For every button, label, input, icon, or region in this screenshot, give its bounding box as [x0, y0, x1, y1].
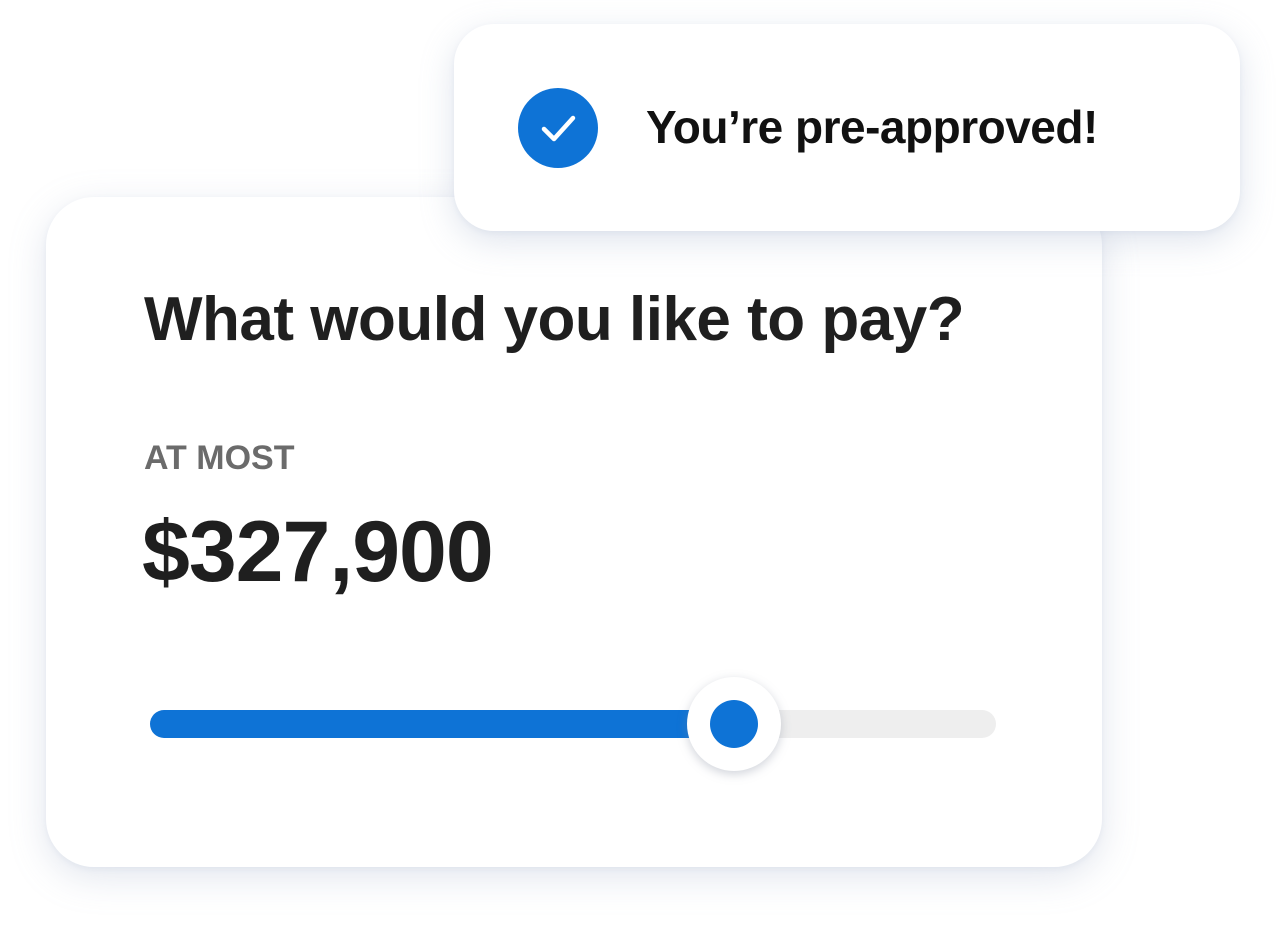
pre-approved-message: You’re pre-approved!: [646, 101, 1098, 153]
price-question-heading: What would you like to pay?: [144, 285, 965, 354]
pre-approved-toast: You’re pre-approved!: [454, 24, 1240, 231]
price-amount: $327,900: [142, 504, 494, 600]
slider-thumb-dot: [710, 700, 758, 748]
slider-thumb[interactable]: [687, 677, 781, 771]
price-card: What would you like to pay? AT MOST $327…: [46, 197, 1102, 867]
price-slider[interactable]: [150, 677, 996, 771]
checkmark-icon: [518, 88, 598, 168]
at-most-label: AT MOST: [144, 439, 295, 477]
slider-fill: [150, 710, 734, 738]
